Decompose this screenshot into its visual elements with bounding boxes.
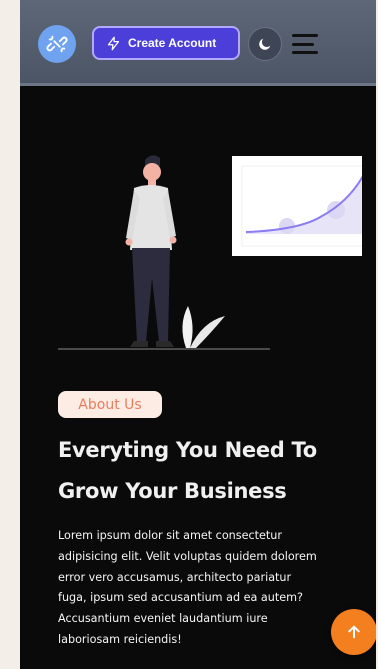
growth-illustration bbox=[58, 155, 362, 350]
moon-icon bbox=[259, 38, 271, 50]
theme-toggle-button[interactable] bbox=[248, 27, 282, 61]
logo[interactable] bbox=[38, 25, 76, 63]
paragraph-line: fuga, ipsum sed accusantium ad ea autem? bbox=[58, 591, 303, 605]
person-figure bbox=[125, 155, 177, 347]
paragraph-line: laboriosam reiciendis! bbox=[58, 632, 182, 646]
create-account-label: Create Account bbox=[128, 36, 217, 50]
plant bbox=[182, 306, 225, 348]
lightning-icon bbox=[107, 36, 120, 50]
paragraph-line: Accusantium eveniet laudantium iure bbox=[58, 612, 268, 626]
paragraph-line: error vero accusamus, architecto pariatu… bbox=[58, 570, 292, 584]
site-header: Create Account bbox=[20, 0, 376, 86]
about-paragraph: Lorem ipsum dolor sit amet consectetur a… bbox=[58, 526, 363, 651]
menu-line bbox=[292, 51, 318, 54]
section-headline: Everyting You Need To Grow Your Business bbox=[58, 430, 358, 512]
growth-chart-board bbox=[232, 156, 362, 256]
about-us-badge: About Us bbox=[58, 391, 162, 418]
arrow-up-icon bbox=[348, 625, 360, 639]
menu-line bbox=[292, 34, 318, 37]
create-account-button[interactable]: Create Account bbox=[92, 26, 240, 60]
menu-line bbox=[292, 42, 314, 46]
headline-line-2: Grow Your Business bbox=[58, 479, 287, 503]
paragraph-line: Lorem ipsum dolor sit amet consectetur bbox=[58, 529, 282, 542]
scroll-to-top-button[interactable] bbox=[331, 609, 376, 655]
hamburger-menu-icon[interactable] bbox=[292, 34, 318, 54]
paragraph-line: adipisicing elit. Velit voluptas quidem … bbox=[58, 549, 317, 563]
mobile-viewport: Create Account About Us Everyting You Ne… bbox=[20, 0, 376, 669]
link-broken-icon bbox=[46, 35, 68, 53]
headline-line-1: Everyting You Need To bbox=[58, 438, 317, 462]
